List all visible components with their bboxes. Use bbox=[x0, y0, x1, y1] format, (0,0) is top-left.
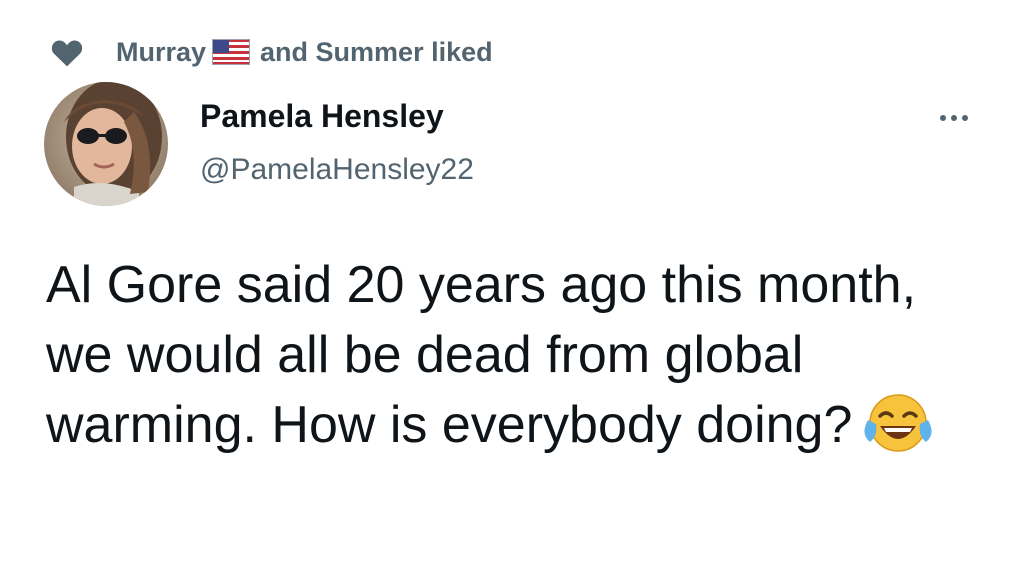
tweet-text: Al Gore said 20 years ago this month, we… bbox=[46, 250, 996, 460]
social-context: Murray and Summer liked bbox=[50, 34, 493, 70]
more-dot bbox=[962, 115, 968, 121]
tweet-body: Al Gore said 20 years ago this month, we… bbox=[46, 256, 931, 454]
liked-suffix: and Summer liked bbox=[260, 36, 493, 67]
tweet-card[interactable]: Murray and Summer liked Pamela Hensley @… bbox=[0, 0, 1021, 572]
avatar[interactable] bbox=[44, 82, 168, 206]
us-flag-icon bbox=[212, 39, 251, 65]
more-horizontal-icon bbox=[940, 115, 946, 121]
liker-name[interactable]: Murray bbox=[116, 37, 206, 68]
heart-icon bbox=[51, 40, 83, 67]
more-options-button[interactable] bbox=[930, 104, 978, 132]
author-handle[interactable]: @PamelaHensley22 bbox=[200, 150, 474, 190]
more-dot bbox=[951, 115, 957, 121]
avatar-photo bbox=[44, 82, 168, 206]
face-with-tears-of-joy-emoji bbox=[864, 394, 932, 452]
author-display-name[interactable]: Pamela Hensley bbox=[200, 96, 444, 136]
